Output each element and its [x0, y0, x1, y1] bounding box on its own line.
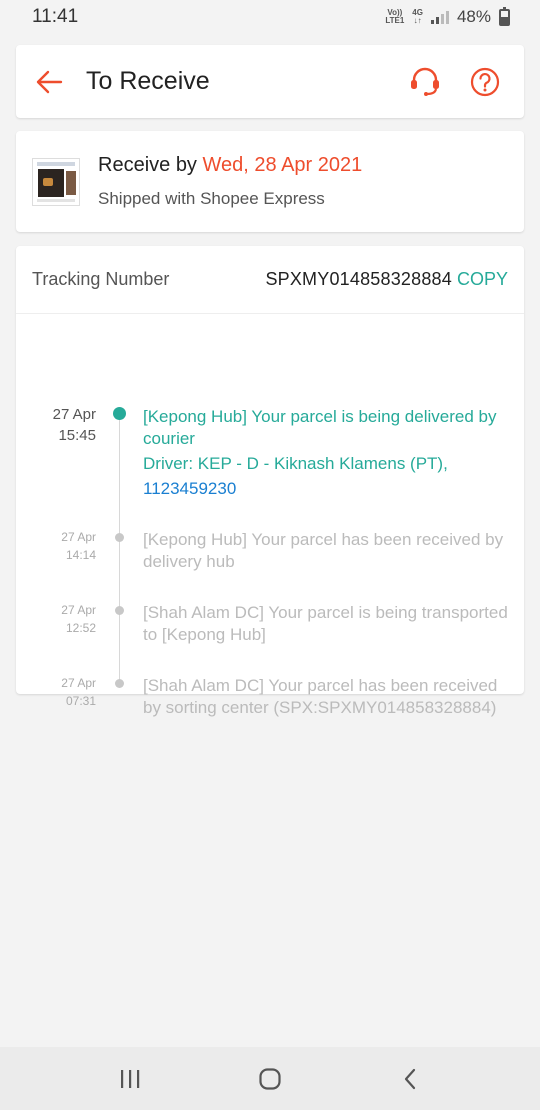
event-description: [Kepong Hub] Your parcel has been receiv… — [143, 530, 504, 571]
event-dot — [115, 533, 124, 542]
recent-apps-icon — [121, 1069, 140, 1088]
battery-level — [501, 17, 508, 24]
event-time: 07:31 — [65, 694, 96, 708]
event-datetime: 27 Apr 07:31 — [32, 674, 96, 710]
shipping-method: Shipped with Shopee Express — [98, 189, 325, 208]
tracking-card: Tracking Number SPXMY014858328884 COPY 2… — [16, 246, 524, 717]
event-dot — [115, 606, 124, 615]
help-question-icon[interactable] — [468, 65, 502, 99]
event-description: [Shah Alam DC] Your parcel has been rece… — [143, 676, 498, 717]
driver-info: Driver: KEP - D - Kiknash Klamens (PT), — [143, 454, 448, 473]
event-description: [Shah Alam DC] Your parcel is being tran… — [143, 603, 508, 644]
back-arrow-icon[interactable] — [34, 67, 64, 97]
event-date: 27 Apr — [61, 603, 96, 617]
product-image — [32, 157, 80, 206]
receive-info-card[interactable]: Receive by Wed, 28 Apr 2021 Shipped with… — [16, 131, 524, 232]
event-datetime: 27 Apr 14:14 — [32, 528, 96, 564]
tracking-header: Tracking Number SPXMY014858328884 COPY — [16, 246, 524, 314]
signal-icon — [430, 10, 449, 24]
copy-button[interactable]: COPY — [457, 269, 508, 290]
battery-percent: 48% — [456, 7, 491, 26]
recent-apps-button[interactable] — [110, 1059, 150, 1099]
event-time: 12:52 — [65, 621, 96, 635]
system-nav-bar — [0, 1047, 540, 1110]
headset-support-icon[interactable] — [408, 65, 442, 99]
home-button[interactable] — [250, 1059, 290, 1099]
tracking-label: Tracking Number — [32, 269, 170, 289]
event-text: [Kepong Hub] Your parcel is being delive… — [143, 406, 513, 500]
status-bar: 11:41 Vo)) LTE1 4G ↓↑ 48% — [0, 0, 540, 34]
receive-by-label: Receive by — [98, 154, 203, 176]
receive-text: Receive by Wed, 28 Apr 2021 Shipped with… — [98, 154, 362, 209]
tracking-number: SPXMY014858328884 — [265, 269, 452, 289]
event-dot — [115, 679, 124, 688]
back-icon — [404, 1068, 416, 1089]
event-date: 27 Apr — [61, 676, 96, 690]
event-datetime: 27 Apr 12:52 — [32, 601, 96, 637]
event-date: 27 Apr — [61, 530, 96, 544]
timeline-line — [119, 412, 120, 682]
status-icons: Vo)) LTE1 4G ↓↑ 48% — [385, 6, 510, 27]
event-date: 27 Apr — [52, 406, 96, 423]
home-icon — [259, 1067, 281, 1090]
tracking-number-row: SPXMY014858328884 COPY — [265, 269, 508, 290]
event-description: [Kepong Hub] Your parcel is being delive… — [143, 407, 497, 448]
receive-by: Receive by Wed, 28 Apr 2021 — [98, 154, 362, 177]
event-datetime: 27 Apr 15:45 — [32, 404, 96, 446]
page-title: To Receive — [86, 67, 210, 95]
driver-phone-link[interactable]: 1123459230 — [143, 478, 513, 500]
status-time: 11:41 — [32, 6, 79, 27]
back-button[interactable] — [390, 1059, 430, 1099]
receive-date: Wed, 28 Apr 2021 — [202, 154, 363, 176]
network-type: 4G ↓↑ — [412, 8, 423, 25]
event-time: 15:45 — [58, 427, 96, 444]
battery-icon — [499, 6, 510, 26]
header-bar: To Receive — [16, 45, 524, 118]
event-time: 14:14 — [65, 548, 96, 562]
event-dot-active — [113, 407, 126, 420]
volte-indicator: Vo)) LTE1 — [385, 8, 405, 25]
